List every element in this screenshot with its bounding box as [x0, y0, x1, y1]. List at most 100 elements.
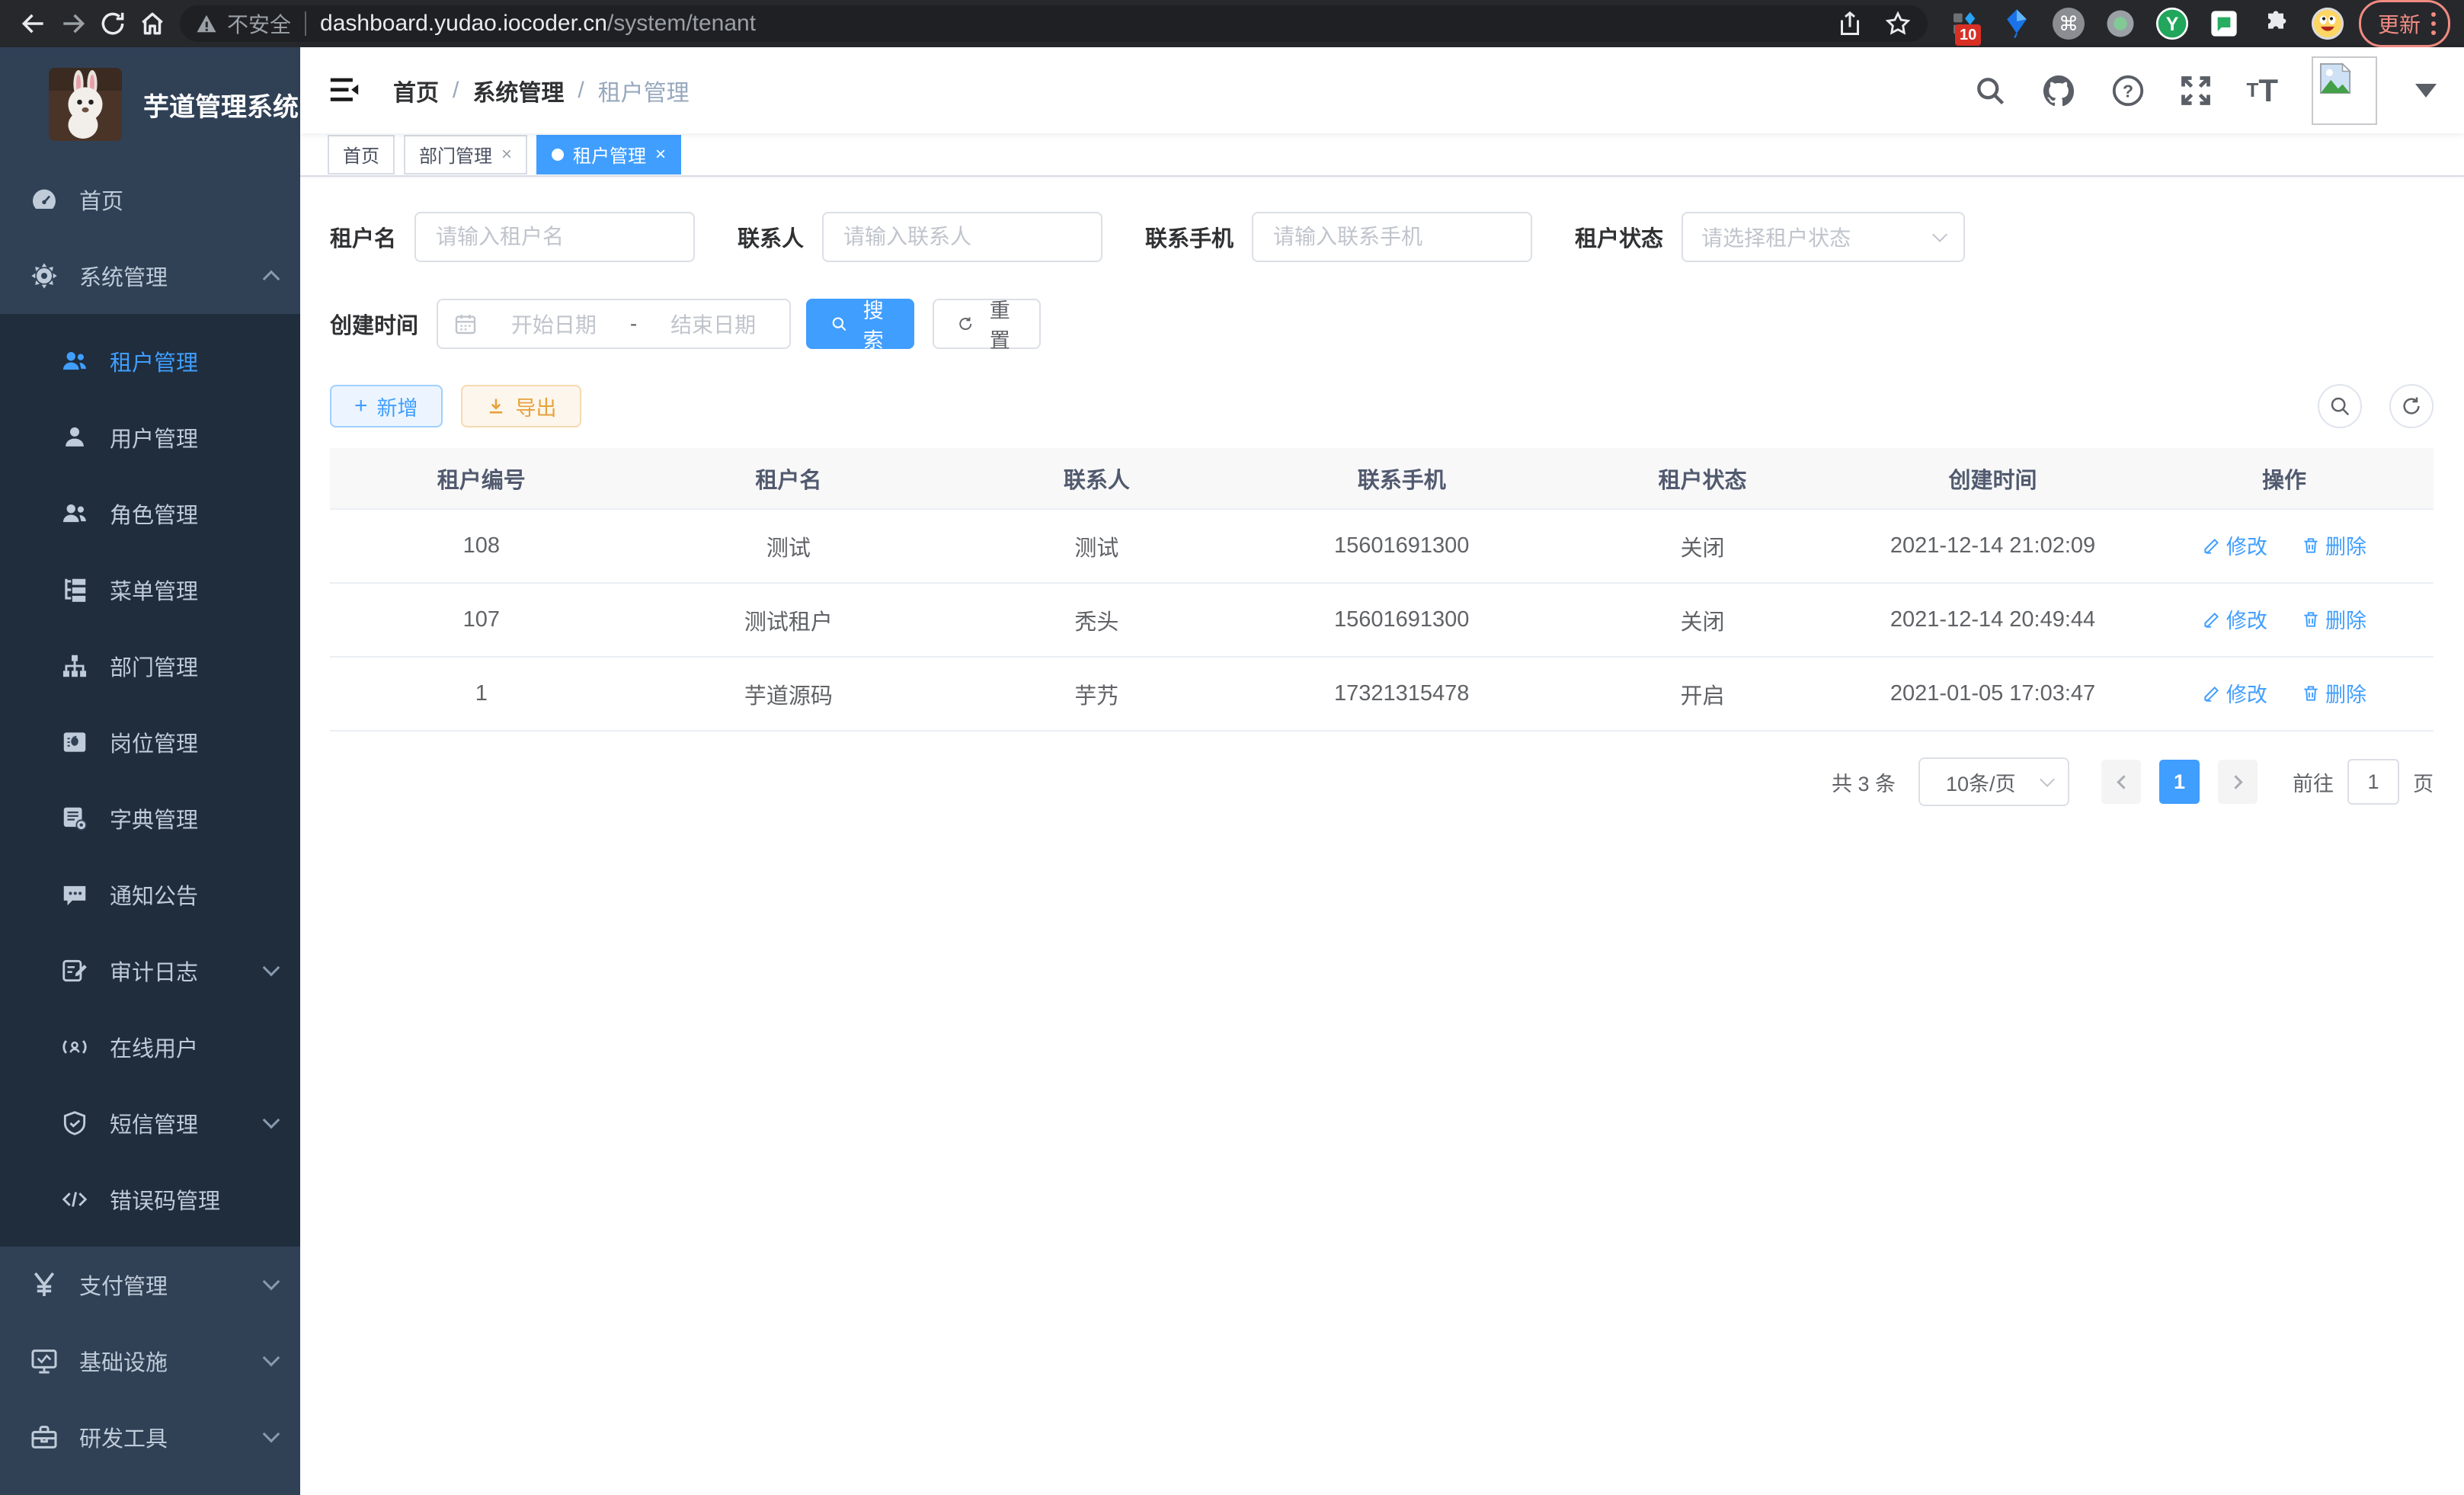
browser-update-button[interactable]: 更新: [2359, 0, 2450, 47]
bookmark-star-icon[interactable]: [1883, 9, 1912, 38]
edit-link[interactable]: 修改: [2202, 604, 2267, 634]
help-icon[interactable]: ?: [2110, 73, 2146, 108]
app-title: 芋道管理系统: [143, 86, 299, 123]
tenant-name-label: 租户名: [330, 221, 396, 253]
delete-link[interactable]: 删除: [2301, 678, 2366, 708]
roles-icon: [58, 499, 91, 528]
status-select[interactable]: 请选择租户状态: [1682, 212, 1965, 262]
close-icon[interactable]: ×: [655, 146, 666, 164]
sidebar-item-dict[interactable]: 字典管理: [0, 780, 300, 856]
status-text: 开启: [1554, 657, 1851, 731]
tag-home[interactable]: 首页: [328, 135, 395, 174]
sidebar-item-system[interactable]: 系统管理: [0, 238, 300, 314]
col-tenant-name: 租户名: [633, 448, 945, 509]
url-text[interactable]: dashboard.yudao.iocoder.cn/system/tenant: [320, 11, 1826, 37]
svg-text:Y: Y: [2166, 14, 2179, 35]
goto-page-input[interactable]: [2347, 759, 2399, 805]
next-page-button[interactable]: [2218, 760, 2258, 804]
extension-command-icon[interactable]: ⌘: [2051, 6, 2086, 41]
export-button[interactable]: 导出: [461, 385, 581, 427]
security-indicator[interactable]: 不安全: [195, 8, 291, 39]
search-button[interactable]: 搜索: [806, 299, 914, 349]
tenant-name-input[interactable]: [414, 212, 695, 262]
extension-record-icon[interactable]: [2103, 6, 2138, 41]
refresh-table-button[interactable]: [2389, 384, 2434, 428]
extension-kite-icon[interactable]: [1999, 6, 2034, 41]
table-header-row: 租户编号 租户名 联系人 联系手机 租户状态 创建时间 操作: [330, 448, 2434, 509]
contact-input[interactable]: [822, 212, 1102, 262]
browser-home-button[interactable]: [133, 4, 172, 43]
monitor-icon: [27, 1346, 61, 1376]
message-icon: [58, 880, 91, 909]
sidebar-item-role[interactable]: 角色管理: [0, 475, 300, 552]
col-phone: 联系手机: [1250, 448, 1554, 509]
sidebar-item-pay[interactable]: 支付管理: [0, 1247, 300, 1323]
phone-input[interactable]: [1252, 212, 1532, 262]
table-row: 107 测试租户 秃头 15601691300 关闭 2021-12-14 20…: [330, 583, 2434, 657]
status-label: 租户状态: [1575, 221, 1663, 253]
avatar-dropdown-caret[interactable]: [2415, 84, 2437, 98]
delete-link[interactable]: 删除: [2301, 530, 2366, 560]
date-range-picker[interactable]: 开始日期 - 结束日期: [437, 299, 791, 349]
sidebar-item-error-code[interactable]: 错误码管理: [0, 1161, 300, 1237]
sidebar-item-dept[interactable]: 部门管理: [0, 628, 300, 704]
browser-menu-icon[interactable]: [2431, 12, 2436, 35]
edit-link[interactable]: 修改: [2202, 678, 2267, 708]
end-date-placeholder[interactable]: 结束日期: [652, 309, 774, 339]
share-icon[interactable]: [1836, 10, 1864, 37]
browser-reload-button[interactable]: [93, 4, 133, 43]
page-number-1[interactable]: 1: [2159, 760, 2200, 804]
extension-chat-icon[interactable]: [2206, 6, 2242, 41]
page-size-select[interactable]: 10条/页: [1918, 757, 2069, 806]
header-search-icon[interactable]: [1973, 74, 2007, 107]
online-user-icon: [58, 1032, 91, 1061]
start-date-placeholder[interactable]: 开始日期: [493, 309, 615, 339]
tag-dept[interactable]: 部门管理 ×: [404, 135, 527, 174]
extension-y-icon[interactable]: Y: [2155, 6, 2190, 41]
prev-page-button[interactable]: [2101, 760, 2141, 804]
browser-back-button[interactable]: [14, 4, 53, 43]
breadcrumb-home[interactable]: 首页: [393, 74, 439, 107]
sidebar-item-post[interactable]: 岗位管理: [0, 704, 300, 780]
sidebar-toggle-icon[interactable]: [328, 75, 361, 106]
security-label: 不安全: [227, 8, 291, 39]
chevron-left-icon: [2117, 775, 2130, 789]
plus-icon: +: [354, 395, 368, 418]
user-avatar[interactable]: [2312, 56, 2377, 125]
omnibox-divider: [305, 11, 306, 36]
add-button[interactable]: + 新增: [330, 385, 443, 427]
sidebar-item-dev-tools[interactable]: 研发工具: [0, 1399, 300, 1475]
broken-image-icon: [2318, 62, 2353, 94]
reset-button[interactable]: 重置: [933, 299, 1041, 349]
sidebar-item-online-user[interactable]: 在线用户: [0, 1009, 300, 1085]
sidebar-item-sms[interactable]: 短信管理: [0, 1085, 300, 1161]
github-icon[interactable]: [2040, 72, 2077, 109]
sidebar-item-home[interactable]: 首页: [0, 162, 300, 238]
sidebar-item-user[interactable]: 用户管理: [0, 399, 300, 475]
sidebar-item-tenant[interactable]: 租户管理: [0, 323, 300, 399]
sidebar-logo[interactable]: 芋道管理系统: [0, 47, 300, 162]
sidebar-item-menu[interactable]: 菜单管理: [0, 552, 300, 628]
profile-avatar-icon[interactable]: [2310, 6, 2345, 41]
sidebar-item-infra[interactable]: 基础设施: [0, 1323, 300, 1399]
tags-view: 首页 部门管理 × 租户管理 ×: [300, 133, 2464, 177]
edit-pencil-icon: [2202, 683, 2222, 703]
calendar-icon: [453, 312, 478, 336]
close-icon[interactable]: ×: [501, 146, 512, 164]
breadcrumb-system[interactable]: 系统管理: [472, 74, 564, 107]
toggle-search-button[interactable]: [2318, 384, 2362, 428]
delete-link[interactable]: 删除: [2301, 604, 2366, 634]
status-text: 关闭: [1554, 583, 1851, 657]
edit-link[interactable]: 修改: [2202, 530, 2267, 560]
tenant-table: 租户编号 租户名 联系人 联系手机 租户状态 创建时间 操作 108 测试 测试: [330, 448, 2434, 731]
fullscreen-icon[interactable]: [2179, 74, 2213, 107]
table-row: 1 芋道源码 芋艿 17321315478 开启 2021-01-05 17:0…: [330, 657, 2434, 731]
sidebar-item-notice[interactable]: 通知公告: [0, 856, 300, 933]
browser-forward-button[interactable]: [53, 4, 93, 43]
tag-tenant[interactable]: 租户管理 ×: [536, 135, 681, 174]
sidebar-item-audit-log[interactable]: 审计日志: [0, 933, 300, 1009]
extensions-puzzle-icon[interactable]: [2258, 6, 2293, 41]
extension-devtools-icon[interactable]: 10: [1947, 6, 1982, 41]
font-size-icon[interactable]: TT: [2246, 72, 2278, 109]
address-bar[interactable]: 不安全 dashboard.yudao.iocoder.cn/system/te…: [180, 5, 1928, 42]
